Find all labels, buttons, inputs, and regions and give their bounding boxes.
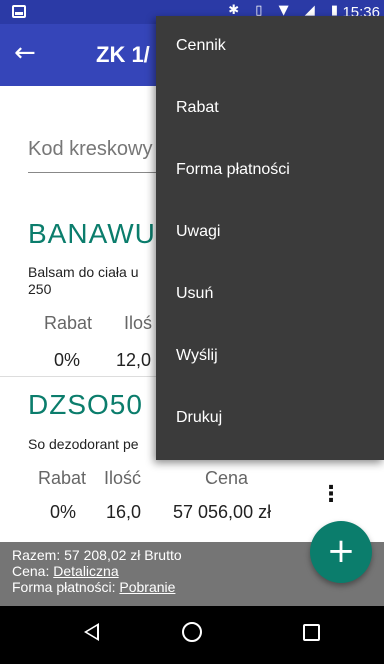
ilosc-value: 12,0 [116, 350, 152, 370]
menu-item-delete[interactable]: Usuń [156, 264, 384, 324]
rabat-label: Rabat [44, 313, 93, 333]
price-type-link[interactable]: Detaliczna [53, 563, 118, 579]
menu-item-payment-method[interactable]: Forma płatności [156, 140, 384, 200]
nav-home-icon[interactable] [182, 622, 202, 642]
menu-item-print[interactable]: Drukuj [156, 388, 384, 448]
cena-label: Cena [205, 468, 249, 488]
page-title: ZK 1/ [96, 42, 150, 67]
nav-back-icon[interactable] [84, 623, 99, 641]
cena-value: 57 056,00 zł [173, 502, 272, 522]
image-notification-icon [12, 5, 26, 18]
item-code: DZSO50 [28, 389, 143, 420]
add-item-button[interactable]: + [310, 521, 372, 583]
summary-payment-label: Forma płatności: [12, 579, 120, 595]
item-code: BANAWUL [28, 218, 173, 249]
payment-method-link[interactable]: Pobranie [119, 579, 175, 595]
item-description: So dezodorant pe [28, 436, 139, 452]
ilosc-label: Iloś [124, 313, 153, 333]
summary-price-label: Cena: [12, 563, 54, 579]
menu-item-rabat[interactable]: Rabat [156, 78, 384, 138]
item-description-line2: 250 [28, 281, 52, 297]
nav-recents-icon[interactable] [303, 624, 320, 641]
back-arrow-icon[interactable]: ← [14, 38, 36, 68]
overflow-menu: Cennik Rabat Forma płatności Uwagi Usuń … [156, 16, 384, 460]
rabat-value: 0% [54, 350, 81, 370]
rabat-label: Rabat [38, 468, 87, 488]
item-description: Balsam do ciała u [28, 264, 139, 280]
rabat-value: 0% [50, 502, 77, 522]
navigation-bar [0, 606, 384, 664]
summary-payment-row: Forma płatności: Pobranie [12, 579, 372, 595]
menu-item-uwagi[interactable]: Uwagi [156, 202, 384, 262]
menu-item-cennik[interactable]: Cennik [156, 16, 384, 76]
ilosc-label: Ilość [104, 468, 142, 488]
ilosc-value: 16,0 [106, 502, 142, 522]
item-more-icon[interactable]: ⋮ [320, 484, 342, 506]
menu-item-send[interactable]: Wyślij [156, 326, 384, 386]
